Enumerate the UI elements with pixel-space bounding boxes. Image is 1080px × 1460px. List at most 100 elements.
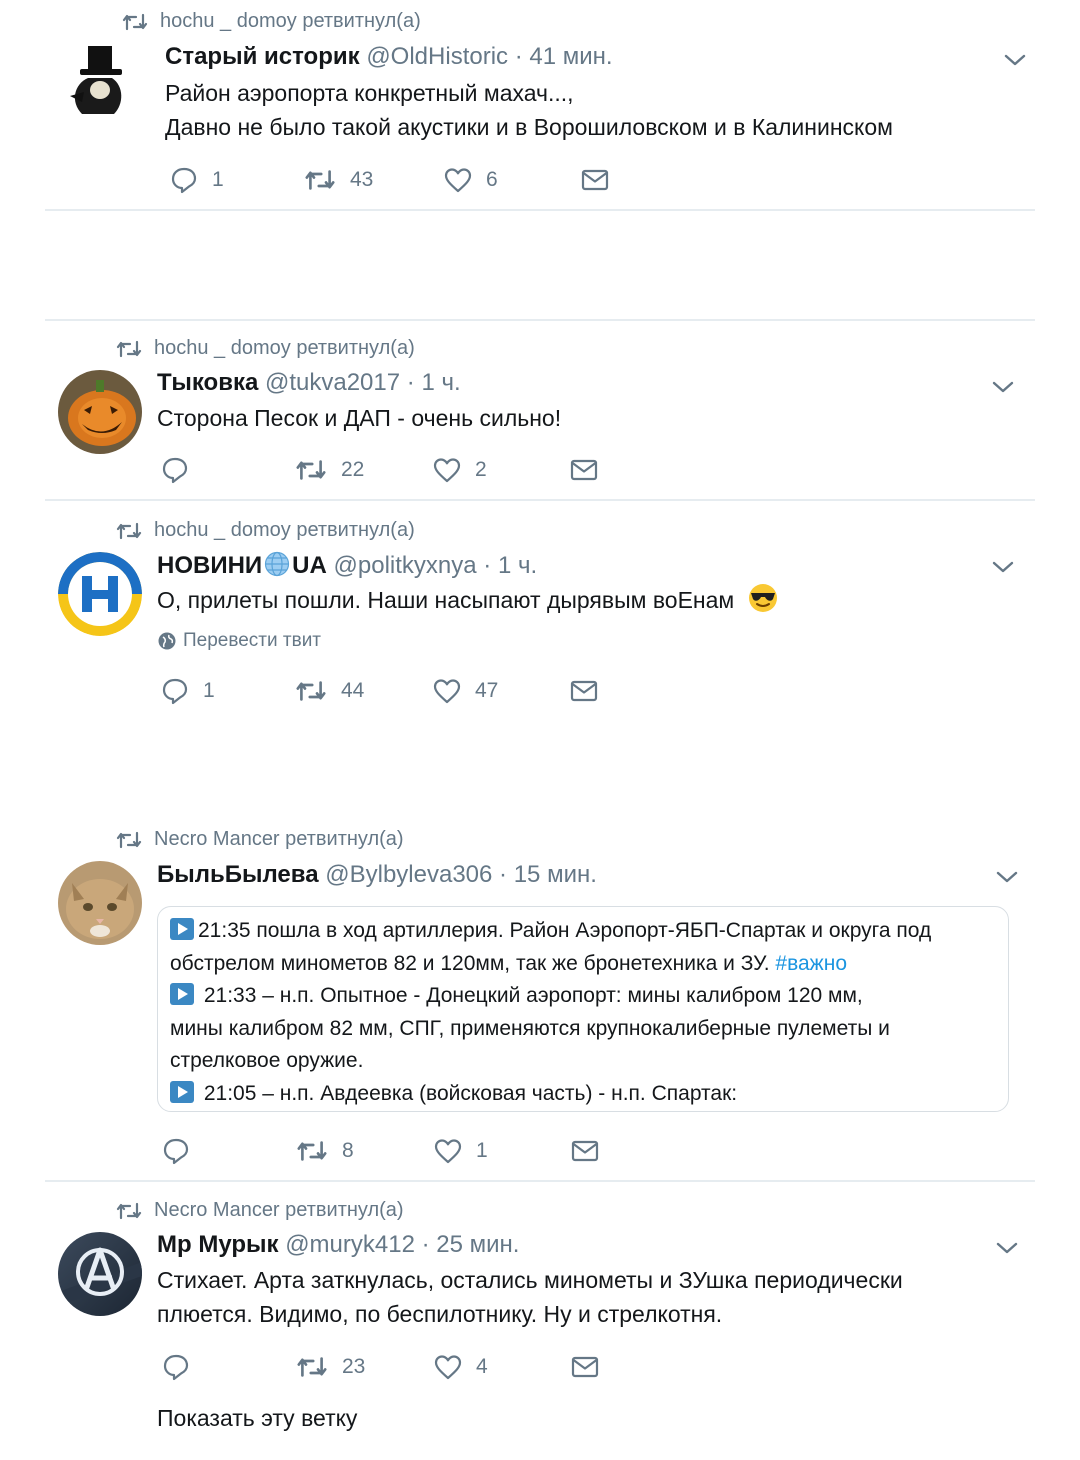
chevron-down-icon[interactable] [995, 869, 1019, 885]
retweet-icon [296, 1139, 328, 1163]
reply-button[interactable] [161, 456, 295, 484]
author-handle[interactable]: @OldHistoric [366, 43, 508, 70]
chevron-down-icon[interactable] [991, 559, 1015, 575]
tweet-header: БыльБылева @Bylbyleva306 · 15 мин. [157, 861, 597, 889]
divider [45, 319, 1035, 321]
author-name[interactable]: Тыковка [157, 369, 258, 396]
author-name[interactable]: НОВИНИ UA [157, 551, 327, 579]
message-icon [581, 168, 609, 192]
like-icon [434, 1354, 462, 1380]
globe-icon [158, 632, 176, 650]
retweet-button[interactable]: 23 [296, 1355, 434, 1379]
quote-line: 21:05 – н.п. Авдеевка (войсковая часть) … [170, 1078, 996, 1111]
direct-message-button[interactable] [570, 679, 598, 703]
retweeter-label[interactable]: hochu _ domoy ретвитнул(а) [160, 10, 421, 33]
like-count: 6 [486, 168, 498, 191]
retweeter-label[interactable]: hochu _ domoy ретвитнул(а) [154, 519, 415, 542]
retweeted-by: hochu _ domoy ретвитнул(а) [116, 519, 415, 542]
like-button[interactable]: 2 [433, 457, 570, 483]
tweet-text-line: Стихает. Арта заткнулась, остались мином… [157, 1267, 903, 1293]
avatar[interactable] [58, 552, 142, 636]
retweet-icon [304, 168, 336, 192]
reply-button[interactable]: 1 [170, 166, 304, 194]
direct-message-button[interactable] [571, 1355, 599, 1379]
timestamp[interactable]: 15 мин. [514, 861, 597, 888]
avatar[interactable] [58, 1232, 142, 1316]
tweet-header: НОВИНИ UA @politkyxnya · 1 ч. [157, 551, 537, 580]
quote-line: 21:35 пошла в ход артиллерия. Район Аэро… [170, 915, 996, 948]
timestamp[interactable]: 41 мин. [529, 43, 612, 70]
avatar[interactable] [58, 370, 142, 454]
reply-icon [161, 677, 189, 705]
sunglasses-emoji-icon [747, 583, 779, 613]
translate-link[interactable]: Перевести твит [157, 630, 321, 652]
author-name[interactable]: БыльБылева [157, 861, 319, 888]
play-icon [170, 1080, 194, 1103]
retweet-icon [122, 12, 148, 32]
reply-count: 1 [203, 679, 215, 702]
author-handle[interactable]: @Bylbyleva306 [325, 861, 492, 888]
author-handle[interactable]: @muryk412 [285, 1231, 415, 1258]
tweet-text: О, прилеты пошли. Наши насыпают дырявым … [157, 583, 779, 617]
author-name[interactable]: Старый историк [165, 43, 360, 70]
timestamp[interactable]: 1 ч. [498, 552, 537, 579]
quoted-text-card[interactable]: 21:35 пошла в ход артиллерия. Район Аэро… [157, 906, 1009, 1112]
author-name[interactable]: Мр Мурык [157, 1231, 279, 1258]
divider [45, 499, 1035, 501]
separator-dot: · [406, 369, 415, 396]
like-icon [433, 678, 461, 704]
avatar[interactable] [60, 40, 144, 124]
tweet-text-line: Сторона Песок и ДАП - очень сильно! [157, 405, 562, 431]
retweeted-by: hochu _ domoy ретвитнул(а) [122, 10, 421, 33]
message-icon [570, 458, 598, 482]
chevron-down-icon[interactable] [1003, 52, 1027, 68]
timestamp[interactable]: 25 мин. [436, 1231, 519, 1258]
reply-button[interactable] [162, 1137, 296, 1165]
like-count: 2 [475, 458, 487, 481]
retweeter-label[interactable]: Necro Mancer ретвитнул(а) [154, 1199, 404, 1222]
retweeter-label[interactable]: hochu _ domoy ретвитнул(а) [154, 337, 415, 360]
retweet-button[interactable]: 43 [304, 168, 444, 192]
direct-message-button[interactable] [570, 458, 598, 482]
separator-dot: · [483, 552, 492, 579]
divider [45, 1180, 1035, 1182]
quote-line: 21:33 – н.п. Опытное - Донецкий аэропорт… [170, 980, 996, 1013]
chevron-down-icon[interactable] [991, 379, 1015, 395]
quote-line: мины калибром 82 мм, СПГ, применяются кр… [170, 1016, 890, 1040]
retweet-icon [296, 1355, 328, 1379]
tweet-actions: 1 44 47 [161, 677, 598, 705]
message-icon [570, 679, 598, 703]
like-button[interactable]: 6 [444, 167, 581, 193]
retweet-count: 44 [341, 679, 365, 702]
direct-message-button[interactable] [581, 168, 609, 192]
tweet-text: Сторона Песок и ДАП - очень сильно! [157, 401, 561, 435]
tweet-text-line: Давно не было такой акустики и в Ворошил… [165, 114, 893, 140]
reply-button[interactable] [162, 1353, 296, 1381]
author-handle[interactable]: @tukva2017 [265, 369, 400, 396]
author-handle[interactable]: @politkyxnya [334, 552, 477, 579]
avatar[interactable] [58, 861, 142, 945]
retweet-icon [116, 1201, 142, 1221]
retweeter-label[interactable]: Necro Mancer ретвитнул(а) [154, 828, 404, 851]
retweet-button[interactable]: 44 [295, 679, 433, 703]
chevron-down-icon[interactable] [995, 1240, 1019, 1256]
retweet-count: 8 [342, 1139, 354, 1162]
direct-message-button[interactable] [571, 1139, 599, 1163]
like-button[interactable]: 47 [433, 678, 570, 704]
tweet-actions: 23 4 [162, 1353, 599, 1381]
like-button[interactable]: 1 [434, 1138, 571, 1164]
quote-line: обстрелом минометов 82 и 120мм, так же б… [170, 951, 847, 975]
retweet-button[interactable]: 22 [295, 458, 433, 482]
like-count: 1 [476, 1139, 488, 1162]
play-icon [170, 983, 194, 1005]
like-button[interactable]: 4 [434, 1354, 571, 1380]
globe-icon [264, 551, 290, 577]
tweet-actions: 22 2 [161, 456, 598, 484]
timestamp[interactable]: 1 ч. [421, 369, 460, 396]
message-icon [571, 1139, 599, 1163]
separator-dot: · [499, 861, 508, 888]
hashtag-link[interactable]: #важно [775, 952, 847, 975]
reply-button[interactable]: 1 [161, 677, 295, 705]
show-thread-link[interactable]: Показать эту ветку [157, 1405, 357, 1432]
retweet-button[interactable]: 8 [296, 1139, 434, 1163]
